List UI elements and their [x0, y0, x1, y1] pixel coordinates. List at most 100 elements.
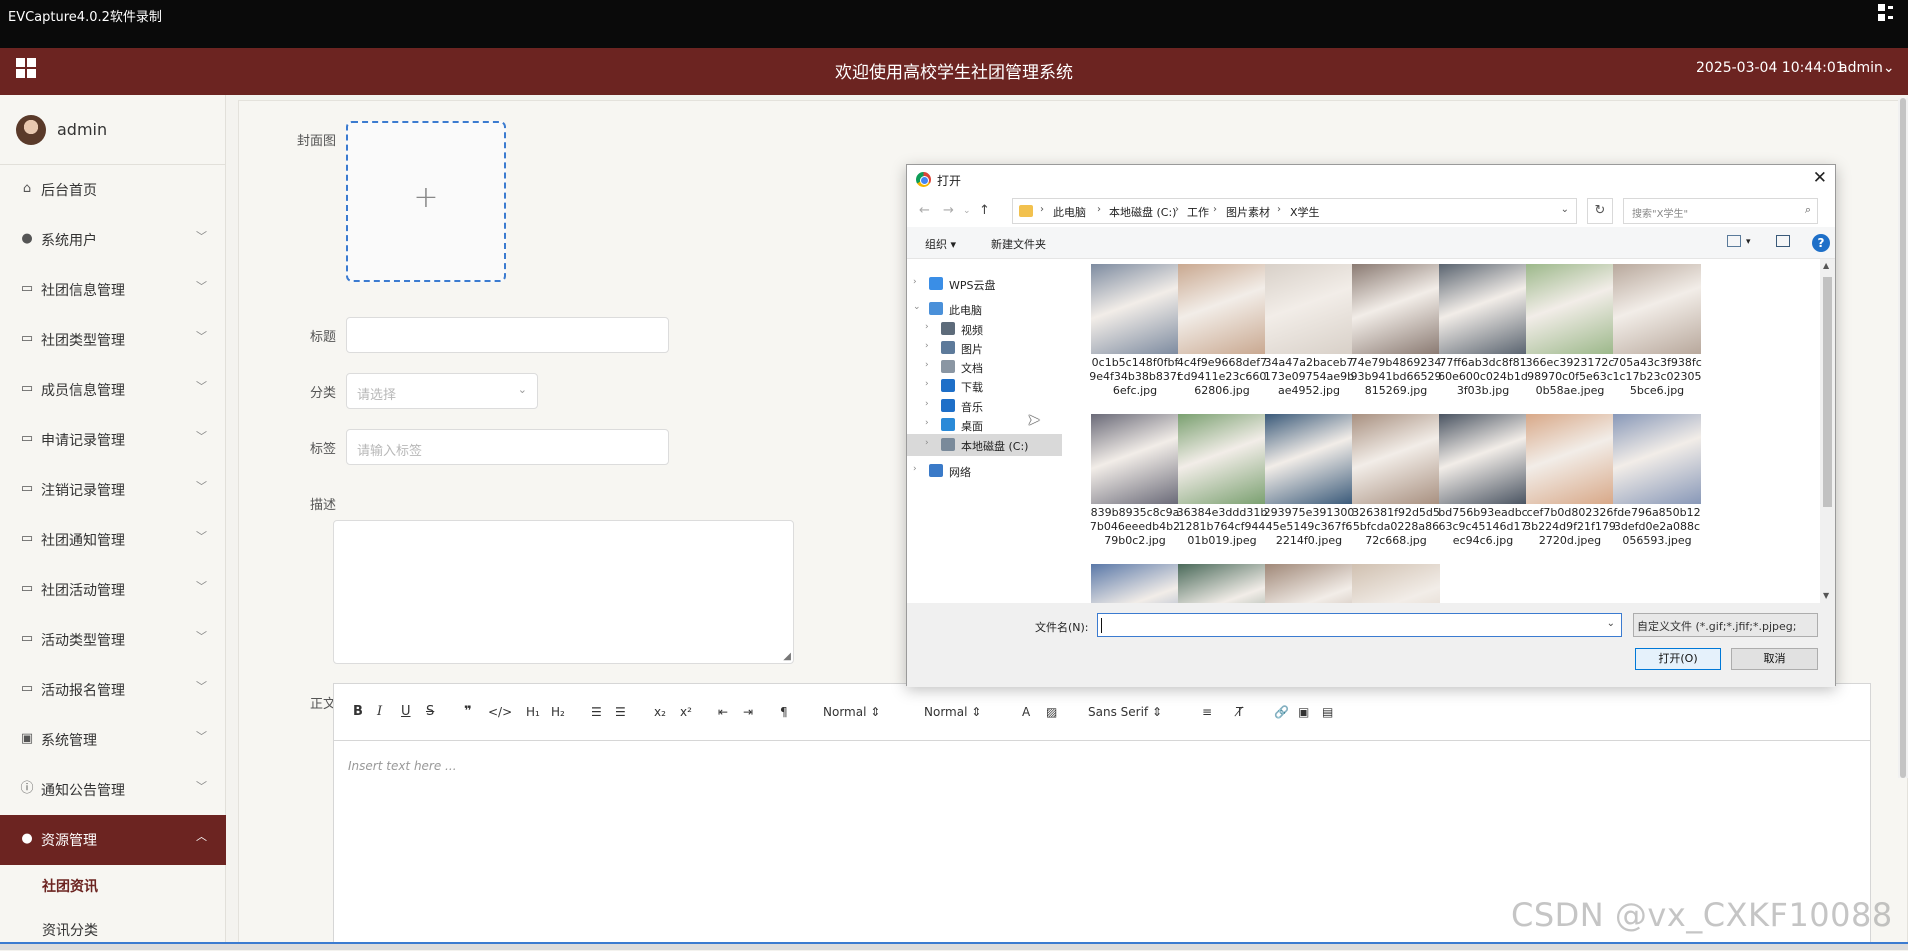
file-thumbnail[interactable]: bd756b93eadbc63c9c45146d17ec94c6.jpg [1437, 414, 1529, 564]
strike-icon[interactable]: S [426, 704, 434, 720]
bullet-list-icon[interactable]: ☰ [615, 704, 626, 720]
ordered-list-icon[interactable]: ☰ [591, 704, 602, 720]
expand-arrow-icon[interactable]: › [925, 399, 929, 409]
sidebar-item[interactable]: ● 资源管理 ︿ [0, 815, 226, 865]
background-icon[interactable]: ▨ [1046, 704, 1057, 720]
subscript-icon[interactable]: x₂ [654, 704, 666, 720]
chevron-down-icon[interactable]: ▾ [1746, 237, 1751, 247]
file-grid-scrollbar[interactable]: ▲ ▼ [1820, 259, 1835, 603]
address-bar[interactable]: › 此电脑 › 本地磁盘 (C:) › 工作 › 图片素材 › X学生 ⌄ [1012, 198, 1577, 224]
sidebar-item[interactable]: ▭ 社团类型管理 ﹀ [0, 315, 226, 365]
file-thumbnail[interactable] [1089, 564, 1181, 603]
file-thumbnail[interactable]: 326381f92d5d55bfcda0228a8672c668.jpg [1350, 414, 1442, 564]
resize-handle-icon[interactable]: ◢ [783, 651, 791, 662]
sidebar-item[interactable]: ▭ 社团信息管理 ﹀ [0, 265, 226, 315]
h2-icon[interactable]: H₂ [551, 704, 565, 720]
title-input[interactable] [346, 317, 669, 353]
nav-item[interactable]: › 本地磁盘 (C:) [907, 434, 1062, 456]
size-select[interactable]: Normal ⇕ [924, 704, 981, 720]
sidebar-item[interactable]: ▭ 注销记录管理 ﹀ [0, 465, 226, 515]
underline-icon[interactable]: U [401, 704, 411, 720]
organize-button[interactable]: 组织 ▾ [925, 236, 956, 252]
open-button[interactable]: 打开(O) [1635, 648, 1721, 670]
new-folder-button[interactable]: 新建文件夹 [991, 236, 1046, 252]
sidebar-subitem[interactable]: 社团资讯 [0, 863, 226, 907]
file-thumbnail[interactable]: 74e79b486923493b941bd66529815269.jpg [1350, 264, 1442, 414]
expand-arrow-icon[interactable]: › [925, 418, 929, 428]
scrollbar-thumb[interactable] [1900, 98, 1906, 778]
chevron-down-icon[interactable]: ⌄ [1561, 204, 1569, 215]
cover-upload[interactable]: + [346, 121, 506, 282]
rtl-icon[interactable]: ¶ [780, 704, 788, 720]
outdent-icon[interactable]: ⇤ [718, 704, 728, 720]
font-select[interactable]: Sans Serif ⇕ [1088, 704, 1162, 720]
file-thumbnail[interactable]: 4c4f9e9668def7cd9411e23c66062806.jpg [1176, 264, 1268, 414]
folder-search-input[interactable]: 搜索"X学生" ⌕ [1623, 198, 1818, 224]
breadcrumb-item[interactable]: 图片素材 [1226, 204, 1270, 220]
preview-pane-icon[interactable] [1776, 235, 1790, 247]
file-thumbnail[interactable]: 839b8935c8c9a7b046eeedb4b279b0c2.jpg [1089, 414, 1181, 564]
back-icon[interactable]: ← [919, 203, 930, 218]
indent-icon[interactable]: ⇥ [743, 704, 753, 720]
sidebar-item[interactable]: ● 系统用户 ﹀ [0, 215, 226, 265]
nav-item[interactable]: › 网络 [907, 460, 1062, 482]
scrollbar-thumb[interactable] [1823, 277, 1832, 507]
sidebar-item[interactable]: ▭ 申请记录管理 ﹀ [0, 415, 226, 465]
tags-input[interactable]: 请输入标签 [346, 429, 669, 465]
file-thumbnail[interactable] [1176, 564, 1268, 603]
superscript-icon[interactable]: x² [680, 704, 692, 720]
file-thumbnail[interactable]: 77ff6ab3dc8f8160e600c024b1d3f03b.jpg [1437, 264, 1529, 414]
blockquote-icon[interactable]: ❞ [464, 704, 472, 720]
file-thumbnail[interactable] [1263, 564, 1355, 603]
file-thumbnail[interactable]: 366ec3923172c98970c0f5e63c0b58ae.jpeg [1524, 264, 1616, 414]
sidebar-item[interactable]: ▭ 活动类型管理 ﹀ [0, 615, 226, 665]
expand-arrow-icon[interactable]: › [925, 379, 929, 389]
forward-icon[interactable]: → [943, 203, 954, 218]
file-thumbnail[interactable]: 293975e39130045e5149c367f62214f0.jpeg [1263, 414, 1355, 564]
clean-format-icon[interactable]: T̸ [1236, 704, 1243, 720]
expand-arrow-icon[interactable]: › [925, 322, 929, 332]
expand-arrow-icon[interactable]: › [925, 360, 929, 370]
expand-arrow-icon[interactable]: › [913, 277, 917, 287]
history-dropdown-icon[interactable]: ⌄ [963, 206, 971, 216]
view-mode-icon[interactable] [1727, 235, 1741, 247]
h1-icon[interactable]: H₁ [526, 704, 540, 720]
sidebar-item[interactable]: ▭ 社团活动管理 ﹀ [0, 565, 226, 615]
filetype-select[interactable]: 自定义文件 (*.gif;*.jfif;*.pjpeg; ⌄ [1633, 613, 1818, 637]
breadcrumb-item[interactable]: 工作 [1187, 204, 1209, 220]
nav-item[interactable]: ⌄ 此电脑 [907, 298, 1062, 320]
sidebar-item[interactable]: ⌂ 后台首页 [0, 165, 226, 215]
desc-textarea[interactable]: ◢ [333, 520, 794, 664]
breadcrumb-item[interactable]: 此电脑 [1053, 204, 1086, 220]
file-thumbnail[interactable]: 36384e3ddd31b1281b764cf94401b019.jpeg [1176, 414, 1268, 564]
file-thumbnail[interactable] [1350, 564, 1442, 603]
filename-input[interactable]: ⌄ [1097, 613, 1622, 637]
italic-icon[interactable]: I [377, 704, 382, 720]
bold-icon[interactable]: B [353, 704, 363, 720]
scroll-down-icon[interactable]: ▼ [1823, 591, 1829, 600]
image-icon[interactable]: ▣ [1298, 704, 1309, 720]
sidebar-item[interactable]: ▭ 活动报名管理 ﹀ [0, 665, 226, 715]
sidebar-item[interactable]: ▭ 成员信息管理 ﹀ [0, 365, 226, 415]
editor-placeholder[interactable]: Insert text here ... [348, 759, 457, 773]
breadcrumb-item[interactable]: 本地磁盘 (C:) [1109, 204, 1176, 220]
sidebar-item[interactable]: ⓘ 通知公告管理 ﹀ [0, 765, 226, 815]
cancel-button[interactable]: 取消 [1731, 648, 1818, 670]
nav-item[interactable]: › WPS云盘 [907, 273, 1062, 295]
file-thumbnail[interactable]: cef7b0d8023263b224d9f21f1792720d.jpeg [1524, 414, 1616, 564]
header-select[interactable]: Normal ⇕ [823, 704, 880, 720]
link-icon[interactable]: 🔗 [1274, 704, 1289, 720]
sidebar-item[interactable]: ▭ 社团通知管理 ﹀ [0, 515, 226, 565]
align-icon[interactable]: ≡ [1202, 704, 1212, 720]
code-icon[interactable]: </> [488, 704, 512, 720]
recorder-grid-icon[interactable] [1878, 4, 1896, 22]
expand-arrow-icon[interactable]: › [913, 464, 917, 474]
sidebar-item[interactable]: ▣ 系统管理 ﹀ [0, 715, 226, 765]
refresh-icon[interactable]: ↻ [1587, 198, 1613, 224]
category-select[interactable]: 请选择 ⌄ [346, 373, 538, 409]
chevron-down-icon[interactable]: ⌄ [1607, 618, 1615, 629]
color-icon[interactable]: A [1022, 704, 1030, 720]
file-thumbnail[interactable]: 705a43c3f938fc1c17b23c023055bce6.jpg [1611, 264, 1703, 414]
up-icon[interactable]: ↑ [979, 203, 990, 218]
breadcrumb-item[interactable]: X学生 [1290, 204, 1320, 220]
